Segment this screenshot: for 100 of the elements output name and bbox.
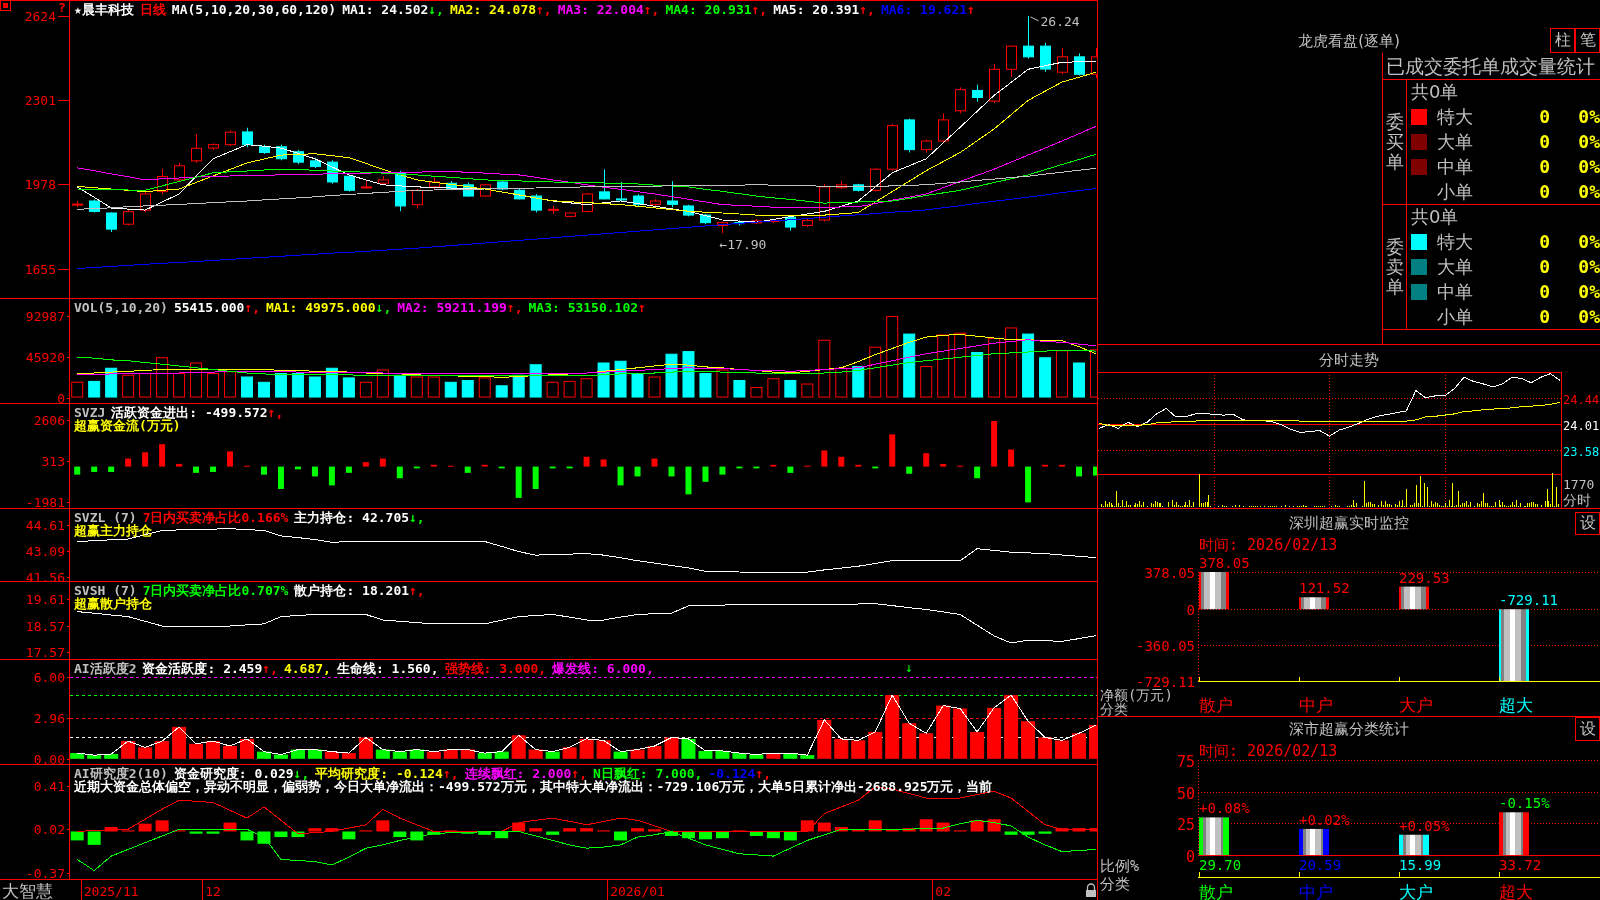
change-label: +0.05%	[1399, 817, 1450, 834]
order-count: 0	[1539, 131, 1550, 152]
axis-label: 2301	[24, 93, 56, 108]
legend-text: 平均研究度: -0.124↑,	[315, 767, 459, 780]
axis-label: -729.11	[1136, 673, 1195, 690]
category-label: 散户	[1199, 695, 1233, 715]
order-size-label: 特大	[1437, 229, 1473, 254]
date-label: 2025/11	[83, 884, 139, 899]
order-size-label: 大单	[1437, 129, 1473, 154]
legend-text: SVSH (7)	[74, 584, 137, 597]
legend-text: 连续飘红: 2.000↑,	[464, 767, 587, 780]
bar-value-label: -729.11	[1499, 592, 1558, 609]
date-label: 12	[205, 884, 221, 899]
legend-text: MA4: 20.931↑,	[665, 3, 768, 16]
axis-label: 45920	[25, 350, 65, 365]
axis-label: 23.58	[1563, 444, 1600, 459]
axis-label: 1978	[24, 177, 56, 192]
category-label: 大户	[1399, 695, 1433, 715]
order-percent: 0%	[1578, 106, 1600, 127]
volume-scale-label: 1770	[1563, 477, 1595, 492]
axis-label: 18.57	[25, 619, 65, 634]
order-count: 0	[1539, 181, 1550, 202]
order-count: 0	[1539, 256, 1550, 277]
order-percent: 0%	[1578, 231, 1600, 252]
axis-label: 2.96	[33, 711, 65, 726]
legend-text: SVZJ	[74, 406, 106, 419]
axis-label: 0	[1186, 601, 1195, 618]
order-size-label: 中单	[1437, 279, 1473, 304]
axis-label: -1981	[25, 495, 65, 508]
legend-text: AI活跃度2	[74, 662, 137, 675]
high-price-label: 26.24	[1030, 13, 1080, 29]
legend-text: 7日内买卖净占比0.707%	[142, 584, 289, 597]
axis-label: 19.61	[25, 592, 65, 607]
axis-title: 分类	[1100, 875, 1130, 893]
legend-text: AI研究度2(10)	[74, 767, 168, 780]
legend-text: MA(5,10,20,30,60,120)	[171, 3, 337, 16]
legend-text: MA3: 53150.102↑	[528, 301, 646, 314]
legend-text: 活跃资金进出: -499.572↑,	[111, 406, 284, 419]
order-count: 0	[1539, 156, 1550, 177]
axis-title: 净额(万元)	[1100, 687, 1173, 703]
order-percent: 0%	[1578, 281, 1600, 302]
axis-label: 6.00	[33, 670, 65, 685]
order-percent: 0%	[1578, 181, 1600, 202]
panel-title: 龙虎看盘(逐单)	[1298, 31, 1400, 52]
axis-label: 24.01	[1563, 418, 1600, 433]
order-count: 0	[1539, 281, 1550, 302]
legend-text: 超赢资金流(万元)	[74, 419, 181, 432]
axis-title: 分类	[1100, 701, 1128, 716]
category-label: 中户	[1299, 882, 1333, 900]
legend-text: 4.687,	[283, 662, 331, 675]
bar-value-label: 15.99	[1399, 857, 1442, 873]
axis-label: 0	[57, 391, 65, 403]
bar-value-label: 20.59	[1299, 857, 1342, 873]
time-label: 时间: 2026/02/13	[1199, 742, 1338, 760]
axis-label: 0.02	[33, 822, 65, 837]
chart-caption: 分时	[1563, 492, 1591, 508]
order-count: 0	[1539, 106, 1550, 127]
legend-text: 资金研究度: 0.029↓,	[173, 767, 310, 780]
axis-label: 0.41	[33, 779, 65, 794]
axis-label: 313	[41, 454, 65, 469]
legend-text: MA6: 19.621↑	[880, 3, 975, 16]
order-total: 共0单	[1411, 205, 1459, 229]
order-total: 共0单	[1411, 80, 1459, 104]
change-label: +0.02%	[1299, 811, 1350, 828]
order-count: 0	[1539, 231, 1550, 252]
annotation: 26.24	[1040, 13, 1080, 29]
axis-label: 50	[1176, 784, 1195, 803]
order-percent: 0%	[1578, 131, 1600, 152]
axis-label: 44.61	[25, 518, 65, 533]
legend-text: 主力持仓: 42.705↓,	[294, 511, 425, 524]
bar-value-label: 33.72	[1499, 857, 1542, 873]
legend-text: 爆发线: 6.000,	[552, 662, 654, 675]
low-price-label: ←17.90	[719, 237, 767, 253]
axis-label: 17.57	[25, 645, 65, 659]
legend-text: VOL(5,10,20)	[74, 301, 168, 314]
bar-value-label: 378.05	[1199, 555, 1250, 571]
legend-text: MA1: 49975.000↓,	[266, 301, 392, 314]
brand-label: 大智慧	[2, 881, 53, 900]
legend-text: 近期大资金总体偏空，异动不明显，偏弱势，今日大单净流出：-499.572万元，其中特大单净流出：-729.106万元，大单5日累计净出-2688.925万元，当前	[74, 780, 993, 793]
category-label: 散户	[1199, 882, 1233, 900]
legend-text: 强势线: 3.000,	[444, 662, 547, 675]
axis-label: 92987	[25, 309, 65, 324]
axis-label: 0	[1185, 847, 1195, 866]
legend-text: SVZL (7)	[74, 511, 137, 524]
axis-label: 24.44	[1563, 392, 1600, 407]
order-size-label: 小单	[1437, 304, 1473, 329]
group-label: 委卖单	[1385, 237, 1404, 297]
legend-text: 超赢散户持仓	[74, 597, 152, 610]
axis-label: -360.05	[1136, 637, 1195, 654]
time-label: 时间: 2026/02/13	[1199, 536, 1338, 554]
category-label: 大户	[1399, 882, 1433, 900]
legend-text: 资金活跃度: 2.459↑,	[142, 662, 278, 675]
date-label: 02	[935, 884, 951, 899]
order-percent: 0%	[1578, 156, 1600, 177]
legend-text: MA2: 24.078↑,	[449, 3, 552, 16]
legend-text: 7日内买卖净占比0.166%	[142, 511, 289, 524]
bar-value-label: 229.53	[1399, 569, 1450, 586]
axis-label: 2606	[33, 413, 65, 428]
panel-title: 深市超赢分类统计	[1289, 719, 1409, 740]
axis-title: 比例%	[1100, 857, 1140, 875]
